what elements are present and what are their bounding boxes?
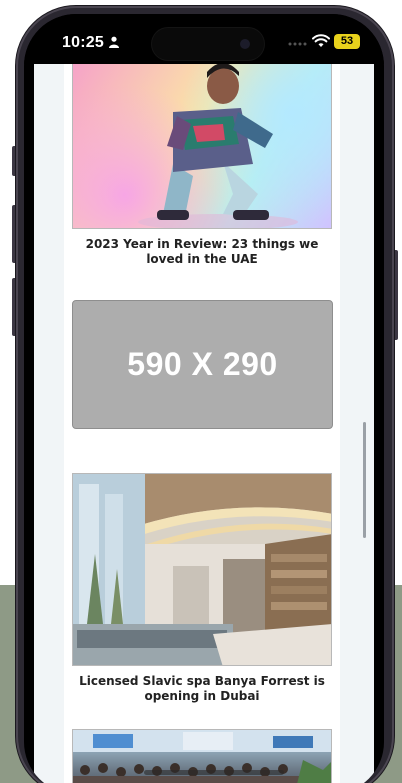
spa-interior-photo — [73, 474, 331, 665]
person-icon — [109, 36, 119, 48]
cellular-dots-icon — [288, 42, 307, 46]
scrollbar[interactable] — [363, 422, 366, 538]
battery-icon: 53 — [334, 34, 360, 49]
person-crouching-photo — [138, 64, 298, 228]
ad-placeholder[interactable]: 590 X 290 — [72, 300, 333, 429]
wifi-icon — [312, 34, 330, 47]
ad-placeholder-label: 590 X 290 — [127, 346, 278, 382]
article-image[interactable] — [72, 64, 332, 229]
phone-screen: 10:25 53 2023 Year in Review: 23 things … — [24, 14, 384, 783]
article-card[interactable]: Licensed Slavic spa Banya Forrest is ope… — [72, 473, 332, 704]
article-column: 2023 Year in Review: 23 things we loved … — [64, 64, 340, 783]
crowd-event-photo — [73, 730, 331, 783]
dynamic-island — [152, 28, 264, 60]
article-caption[interactable]: 2023 Year in Review: 23 things we loved … — [72, 237, 332, 267]
article-image[interactable] — [72, 473, 332, 666]
status-bar: 10:25 53 — [24, 14, 384, 64]
home-indicator[interactable] — [144, 770, 284, 775]
article-card[interactable]: 2023 Year in Review: 23 things we loved … — [72, 64, 332, 267]
status-time: 10:25 — [62, 34, 104, 51]
web-content[interactable]: 2023 Year in Review: 23 things we loved … — [34, 64, 374, 783]
camera-icon — [240, 39, 250, 49]
article-caption[interactable]: Licensed Slavic spa Banya Forrest is ope… — [72, 674, 332, 704]
